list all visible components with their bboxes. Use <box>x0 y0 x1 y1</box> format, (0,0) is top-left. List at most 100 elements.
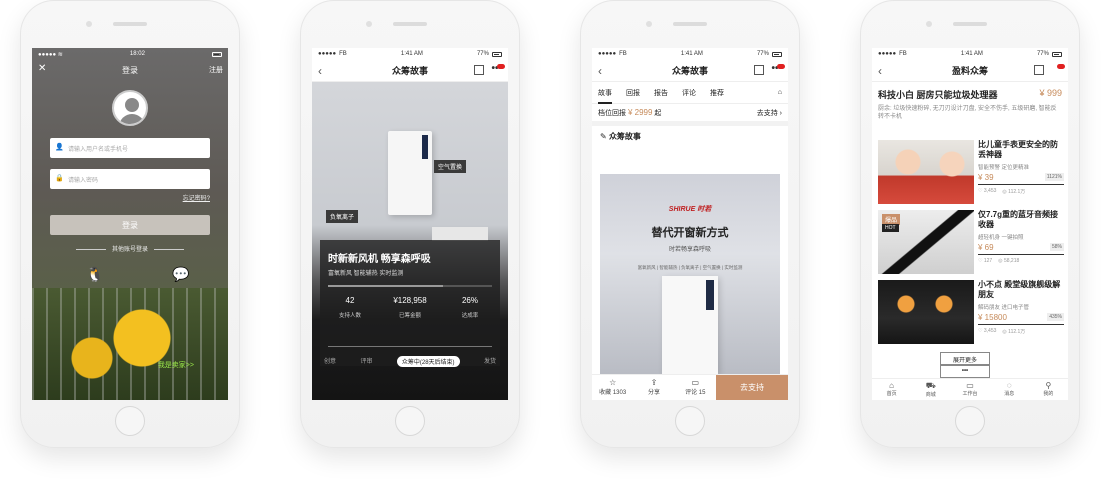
chevron-right-icon: › <box>779 109 782 117</box>
stat-raised: ¥128,958 已筹金额 <box>380 296 440 319</box>
share-icon[interactable] <box>474 65 484 75</box>
qq-icon[interactable]: 🐧 <box>86 266 103 283</box>
tab-mall[interactable]: ⛟ 商城 <box>911 379 950 400</box>
phone-speaker <box>673 22 707 26</box>
phone-camera <box>926 21 932 27</box>
phone-speaker <box>953 22 987 26</box>
avatar <box>112 90 148 126</box>
stat-rate: 26% 达成率 <box>440 296 500 319</box>
seller-link[interactable]: 我是卖家>> <box>158 360 194 370</box>
share-button[interactable]: ⇪ 分享 <box>633 375 674 400</box>
stat-value: 42 <box>345 296 355 305</box>
item-progress <box>978 323 1064 325</box>
phase-current: 众筹中(28天后结束) <box>396 356 460 367</box>
tab-messages[interactable]: ◌ 消息 <box>990 379 1029 400</box>
user-icon: ⚲ <box>1045 381 1052 390</box>
section-title: ✎ 众筹故事 <box>592 126 788 146</box>
stat-supporters: 42 支持人数 <box>320 296 380 319</box>
support-button[interactable]: 去支持 <box>715 375 788 400</box>
tab-home[interactable]: ⌂ 首页 <box>872 379 911 400</box>
back-icon[interactable]: ‹ <box>598 64 602 78</box>
battery-icon <box>1051 51 1062 57</box>
tab-label: 我的 <box>1043 391 1054 397</box>
likes-count: ♡ 127 <box>978 258 992 264</box>
headline: 时新新风机 畅享森呼吸 <box>328 254 431 265</box>
share-icon[interactable] <box>754 65 764 75</box>
item-name: 比儿童手表更安全的防丢神器 <box>978 140 1058 160</box>
forgot-password-link[interactable]: 忘记密码? <box>183 193 210 202</box>
tab-recommend[interactable]: 推荐 <box>710 88 724 98</box>
back-icon[interactable]: ‹ <box>318 64 322 78</box>
list-item[interactable]: 小不点 殿堂级旗舰级解朋友 解码朋友 进口电子管 ¥ 15800 435% ♡ 3… <box>878 280 1064 344</box>
go-support-link[interactable]: 去支持 <box>757 110 778 117</box>
notification-badge <box>497 64 505 69</box>
tab-report[interactable]: 报告 <box>654 88 668 98</box>
page-title: 众筹故事 <box>671 66 708 76</box>
list-item[interactable]: 爆品 HOT 仅7.7g重的蓝牙音频接收器 超轻机身 一键拍照 ¥ 69 58% … <box>878 210 1064 274</box>
product-poster: SHIRUE 时若 替代开窗新方式 时若畅享森呼吸 富氧新风 | 智能辅热 | … <box>600 174 780 374</box>
share-label: 分享 <box>647 390 660 396</box>
status-bar: ●●●●● FB 1:41 AM 77% <box>592 48 788 60</box>
likes-value: 3,453 <box>983 187 997 194</box>
featured-price: ¥ 999 <box>1039 88 1062 98</box>
status-bar: ●●●●● ≋ 18:02 <box>32 48 228 60</box>
item-price: ¥ 39 <box>978 172 994 182</box>
poster-title: 替代开窗新方式 <box>651 227 729 239</box>
tab-comment[interactable]: 评论 <box>682 88 696 98</box>
tier-label: 档位回报 <box>598 109 626 117</box>
featured-title: 科技小白 厨房只能垃圾处理器 <box>878 90 998 100</box>
progress-bar <box>328 285 492 287</box>
share-icon[interactable] <box>1034 65 1044 75</box>
login-topbar: ✕ 登录 注册 <box>32 60 228 80</box>
close-icon[interactable]: ✕ <box>38 63 46 74</box>
tab-story[interactable]: 故事 <box>598 88 612 104</box>
back-icon[interactable]: ‹ <box>878 64 882 78</box>
likes-value: 3,453 <box>983 327 997 334</box>
views-value: 112.1万 <box>1008 188 1026 195</box>
like-icon: ♡ <box>978 327 983 334</box>
battery-icon <box>212 51 222 57</box>
wechat-icon[interactable]: 💬 <box>172 266 189 283</box>
nav-bar: ‹ 众筹故事 ••• <box>312 60 508 82</box>
register-link[interactable]: 注册 <box>209 65 223 75</box>
carrier: FB <box>619 51 627 57</box>
list-item[interactable]: 比儿童手表更安全的防丢神器 智能预警 定位更精准 ¥ 39 1121% ♡ 3,4… <box>878 140 1064 204</box>
tab-reward[interactable]: 回报 <box>626 88 640 98</box>
phase-timeline <box>328 346 492 347</box>
tab-mine[interactable]: ⚲ 我的 <box>1029 379 1068 400</box>
feature-tag: 空气置换 <box>434 160 467 173</box>
product-thumbnail <box>878 140 974 204</box>
phone-speaker <box>113 22 147 26</box>
status-time: 1:41 AM <box>960 51 983 57</box>
item-progress <box>978 183 1064 185</box>
login-button[interactable]: 登录 <box>50 215 210 235</box>
views-value: 58,218 <box>1003 257 1020 264</box>
expand-more-button[interactable]: 展开更多 <box>940 352 990 366</box>
password-input[interactable]: 🔒 请输入密码 <box>50 169 210 189</box>
tier-row[interactable]: 档位回报 ¥ 2999 起 去支持 › <box>592 104 788 126</box>
stat-label: 已筹金额 <box>398 313 421 319</box>
like-icon: ♡ <box>978 187 983 194</box>
phase-idea: 创意 <box>324 359 337 365</box>
product-image <box>388 131 432 215</box>
item-name: 仅7.7g重的蓝牙音频接收器 <box>978 210 1059 230</box>
detail-screen: ●●●●● FB 1:41 AM 77% ‹ 众筹故事 ••• 故事 回报 报告 … <box>592 48 788 400</box>
more-icon[interactable]: ••• <box>940 364 990 378</box>
poster-subtitle: 时若畅享森呼吸 <box>668 247 711 253</box>
comment-button[interactable]: ▭ 评论 15 <box>675 375 716 400</box>
collect-button[interactable]: ☆ 收藏 1303 <box>592 375 633 400</box>
hero-image: 空气置换 负氧离子 时新新风机 畅享森呼吸 富氧新风 智能辅热 实时监测 42 支… <box>312 82 508 400</box>
battery-icon <box>771 51 782 57</box>
nav-bar: ‹ 盈料众筹 ••• <box>872 60 1068 378</box>
stats-row: 42 支持人数 ¥128,958 已筹金额 26% 达成率 <box>320 296 500 319</box>
phone-camera <box>86 21 92 27</box>
home-button <box>955 406 985 436</box>
featured-product[interactable]: 科技小白 厨房只能垃圾处理器 ¥ 999 厨余: 垃圾快速粉碎, 无刀刃设计刀盘,… <box>872 82 1068 126</box>
list-screen: ●●●●● FB 1:41 AM 77% ‹ 盈料众筹 ••• 科技小白 厨房只能… <box>872 48 1068 400</box>
username-input[interactable]: 👤 请输入用户名或手机号 <box>50 138 210 158</box>
home-icon[interactable]: ⌂ <box>778 89 782 96</box>
battery-percent: 77% <box>756 51 769 57</box>
tab-workbench[interactable]: ▭ 工作台 <box>950 379 989 400</box>
likes-count: ♡ 3,453 <box>978 188 996 195</box>
item-percent: 58% <box>1049 243 1064 252</box>
